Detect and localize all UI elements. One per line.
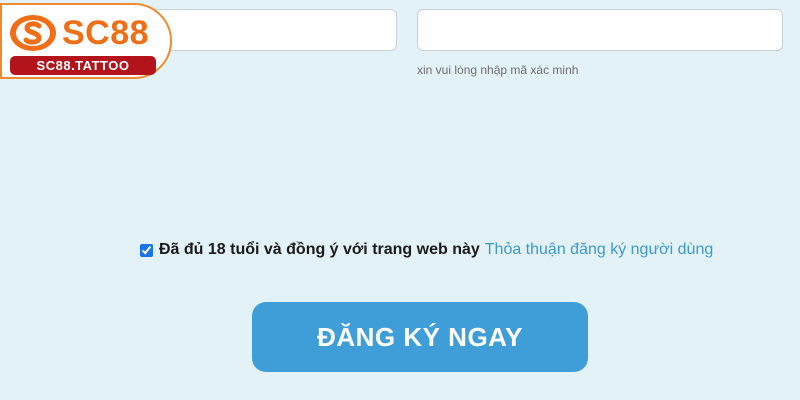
agreement-text[interactable]: Đã đủ 18 tuổi và đồng ý với trang web nà… [159,241,480,259]
s-coin-icon [10,15,56,51]
logo-domain-badge: SC88.TATTOO [10,56,156,75]
captcha-hint: xin vui lòng nhập mã xác minh [417,63,579,77]
user-agreement-link[interactable]: Thỏa thuận đăng ký người dùng [485,241,713,259]
captcha-input[interactable] [417,9,783,51]
sc88-logo[interactable]: SC88 SC88.TATTOO [0,3,172,79]
agreement-checkbox[interactable] [140,243,153,257]
logo-wordmark: SC88 [62,14,150,52]
agreement-row: Đã đủ 18 tuổi và đồng ý với trang web nà… [140,241,713,259]
register-now-button[interactable]: ĐĂNG KÝ NGAY [252,302,588,372]
